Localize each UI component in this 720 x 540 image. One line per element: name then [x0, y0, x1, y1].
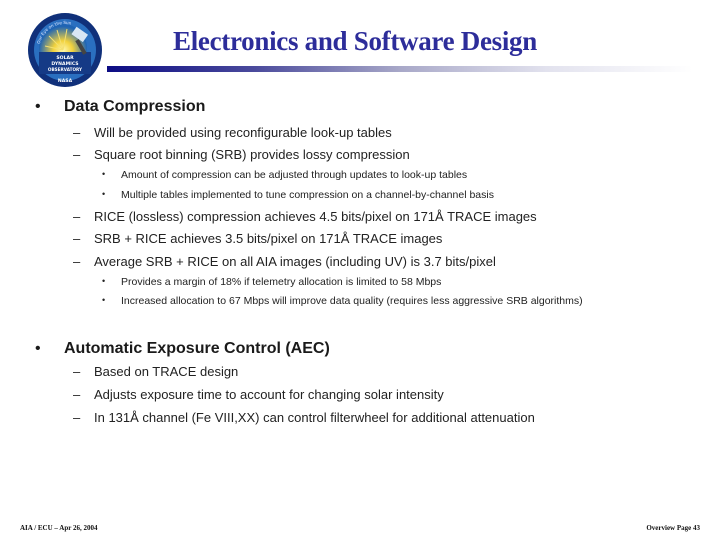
- bullet-icon: •: [102, 295, 106, 305]
- dash-bullet-icon: –: [73, 410, 81, 425]
- sub-list-item-text: Increased allocation to 67 Mbps will imp…: [121, 295, 583, 307]
- dash-bullet-icon: –: [73, 231, 81, 246]
- page-title-text: Electronics and Software Design: [173, 26, 537, 56]
- list-item-text: Adjusts exposure time to account for cha…: [94, 387, 444, 402]
- footer-left-text: AIA / ECU – Apr 26, 2004: [20, 524, 98, 532]
- dash-bullet-icon: –: [73, 209, 81, 224]
- bullet-icon: •: [102, 169, 106, 179]
- page-title: Electronics and Software Design: [0, 26, 720, 57]
- list-item-text: SRB + RICE achieves 3.5 bits/pixel on 17…: [94, 231, 443, 246]
- list-item-text: Average SRB + RICE on all AIA images (in…: [94, 254, 496, 269]
- logo-text-nasa: NASA: [58, 78, 73, 84]
- dash-bullet-icon: –: [73, 254, 81, 269]
- sub-list-item-text: Multiple tables implemented to tune comp…: [121, 189, 494, 201]
- footer-page-number: Overview Page 43: [646, 524, 700, 532]
- title-underline-bar: [107, 66, 693, 72]
- bullet-icon: •: [102, 189, 106, 199]
- dash-bullet-icon: –: [73, 147, 81, 162]
- bullet-icon: •: [102, 276, 106, 286]
- logo-text-observatory: OBSERVATORY: [48, 67, 83, 72]
- list-item-text: Based on TRACE design: [94, 364, 239, 379]
- sub-list-item-text: Amount of compression can be adjusted th…: [121, 169, 468, 181]
- list-item-text: In 131Å channel (Fe VIII,XX) can control…: [94, 410, 535, 425]
- section-heading: Data Compression: [64, 98, 206, 115]
- bullet-icon: •: [35, 98, 41, 115]
- section-heading: Automatic Exposure Control (AEC): [64, 340, 330, 357]
- sub-list-item-text: Provides a margin of 18% if telemetry al…: [121, 276, 442, 288]
- dash-bullet-icon: –: [73, 125, 81, 140]
- dash-bullet-icon: –: [73, 364, 81, 379]
- list-item-text: RICE (lossless) compression achieves 4.5…: [94, 209, 537, 224]
- bullet-icon: •: [35, 340, 41, 357]
- list-item-text: Will be provided using reconfigurable lo…: [94, 125, 392, 140]
- dash-bullet-icon: –: [73, 387, 81, 402]
- list-item-text: Square root binning (SRB) provides lossy…: [94, 147, 410, 162]
